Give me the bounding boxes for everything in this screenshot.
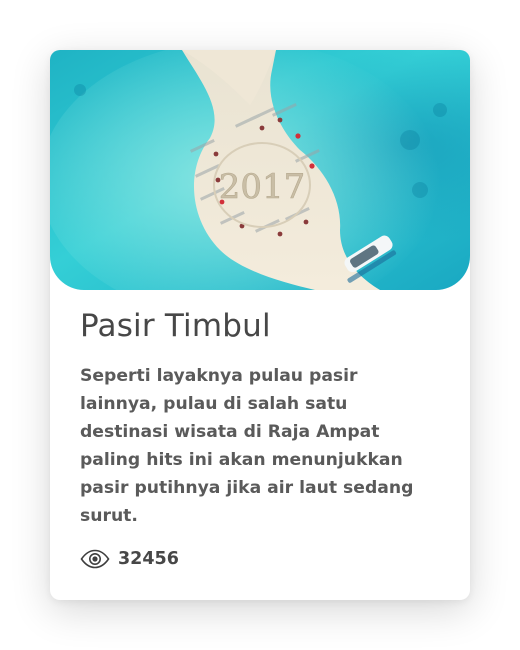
sand-writing: 2017 [219, 167, 306, 207]
destination-card[interactable]: 2017 Pasir Timbul Seperti layaknya pulau… [50, 50, 470, 600]
views-count: 32456 [118, 549, 179, 569]
aerial-beach-photo: 2017 [50, 50, 470, 290]
eye-icon [80, 549, 110, 569]
card-description: Seperti layaknya pulau pasir lainnya, pu… [80, 366, 414, 526]
view-counter: 32456 [80, 546, 179, 572]
card-image: 2017 [50, 50, 470, 290]
card-title: Pasir Timbul [80, 308, 271, 344]
